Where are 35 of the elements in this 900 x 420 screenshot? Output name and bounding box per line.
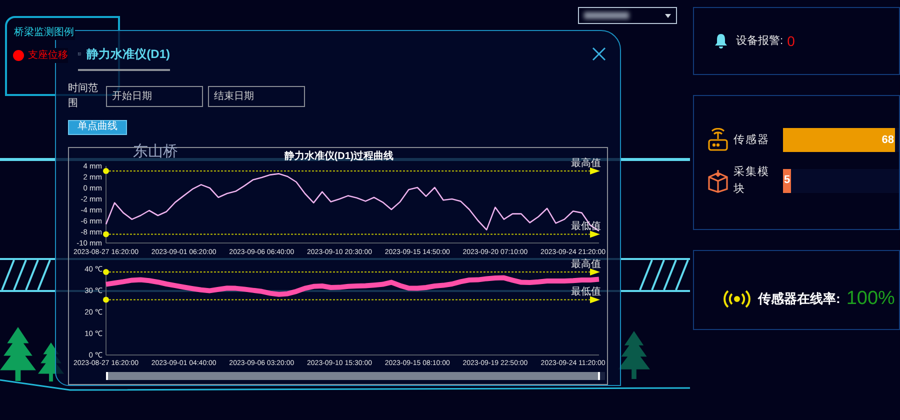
range-label: 时间范围 [68, 82, 99, 111]
online-rate: 100% [846, 286, 895, 311]
line-start-dot [103, 230, 109, 237]
device-label: 传感器 [734, 132, 771, 148]
close-icon [592, 47, 606, 61]
start-date-field[interactable]: 开始日期 [106, 86, 203, 106]
close-button[interactable] [592, 47, 606, 61]
select-field[interactable] [578, 7, 677, 24]
dialog-title: 静力水准仪(D1) [86, 46, 170, 63]
box-icon [706, 168, 729, 192]
chart-title: 静力水准仪(D1)过程曲线 [284, 150, 394, 162]
legend-title: 桥梁监测图例 [13, 25, 75, 40]
bridge-name: 东山桥 [133, 142, 178, 162]
router-icon [708, 128, 728, 152]
caret-icon [665, 14, 671, 18]
threshold-label: 最高值 [571, 258, 601, 270]
threshold-label: 最低值 [571, 286, 601, 298]
threshold-label: 最高值 [571, 158, 601, 169]
device-label: 采集模块 [734, 165, 771, 196]
line-start-dot [103, 268, 109, 275]
online-label: 传感器在线率: [758, 290, 840, 308]
end-date-field[interactable]: 结束日期 [208, 86, 305, 106]
tree-icon [0, 325, 36, 383]
bell-icon [714, 33, 728, 49]
legend-label: 支座位移 [28, 48, 68, 63]
line-start-dot [103, 296, 109, 302]
tree-icon [618, 330, 650, 380]
line-start-dot [103, 168, 109, 174]
device-count: 5 [784, 173, 790, 188]
alarm-count: 0 [787, 32, 795, 50]
curve-button[interactable]: 单点曲线 [68, 120, 127, 135]
alarm-label: 设备报警: [736, 34, 784, 49]
device-count: 68 [882, 132, 894, 148]
signal-icon [722, 289, 752, 309]
blurred-value-icon [584, 12, 629, 19]
